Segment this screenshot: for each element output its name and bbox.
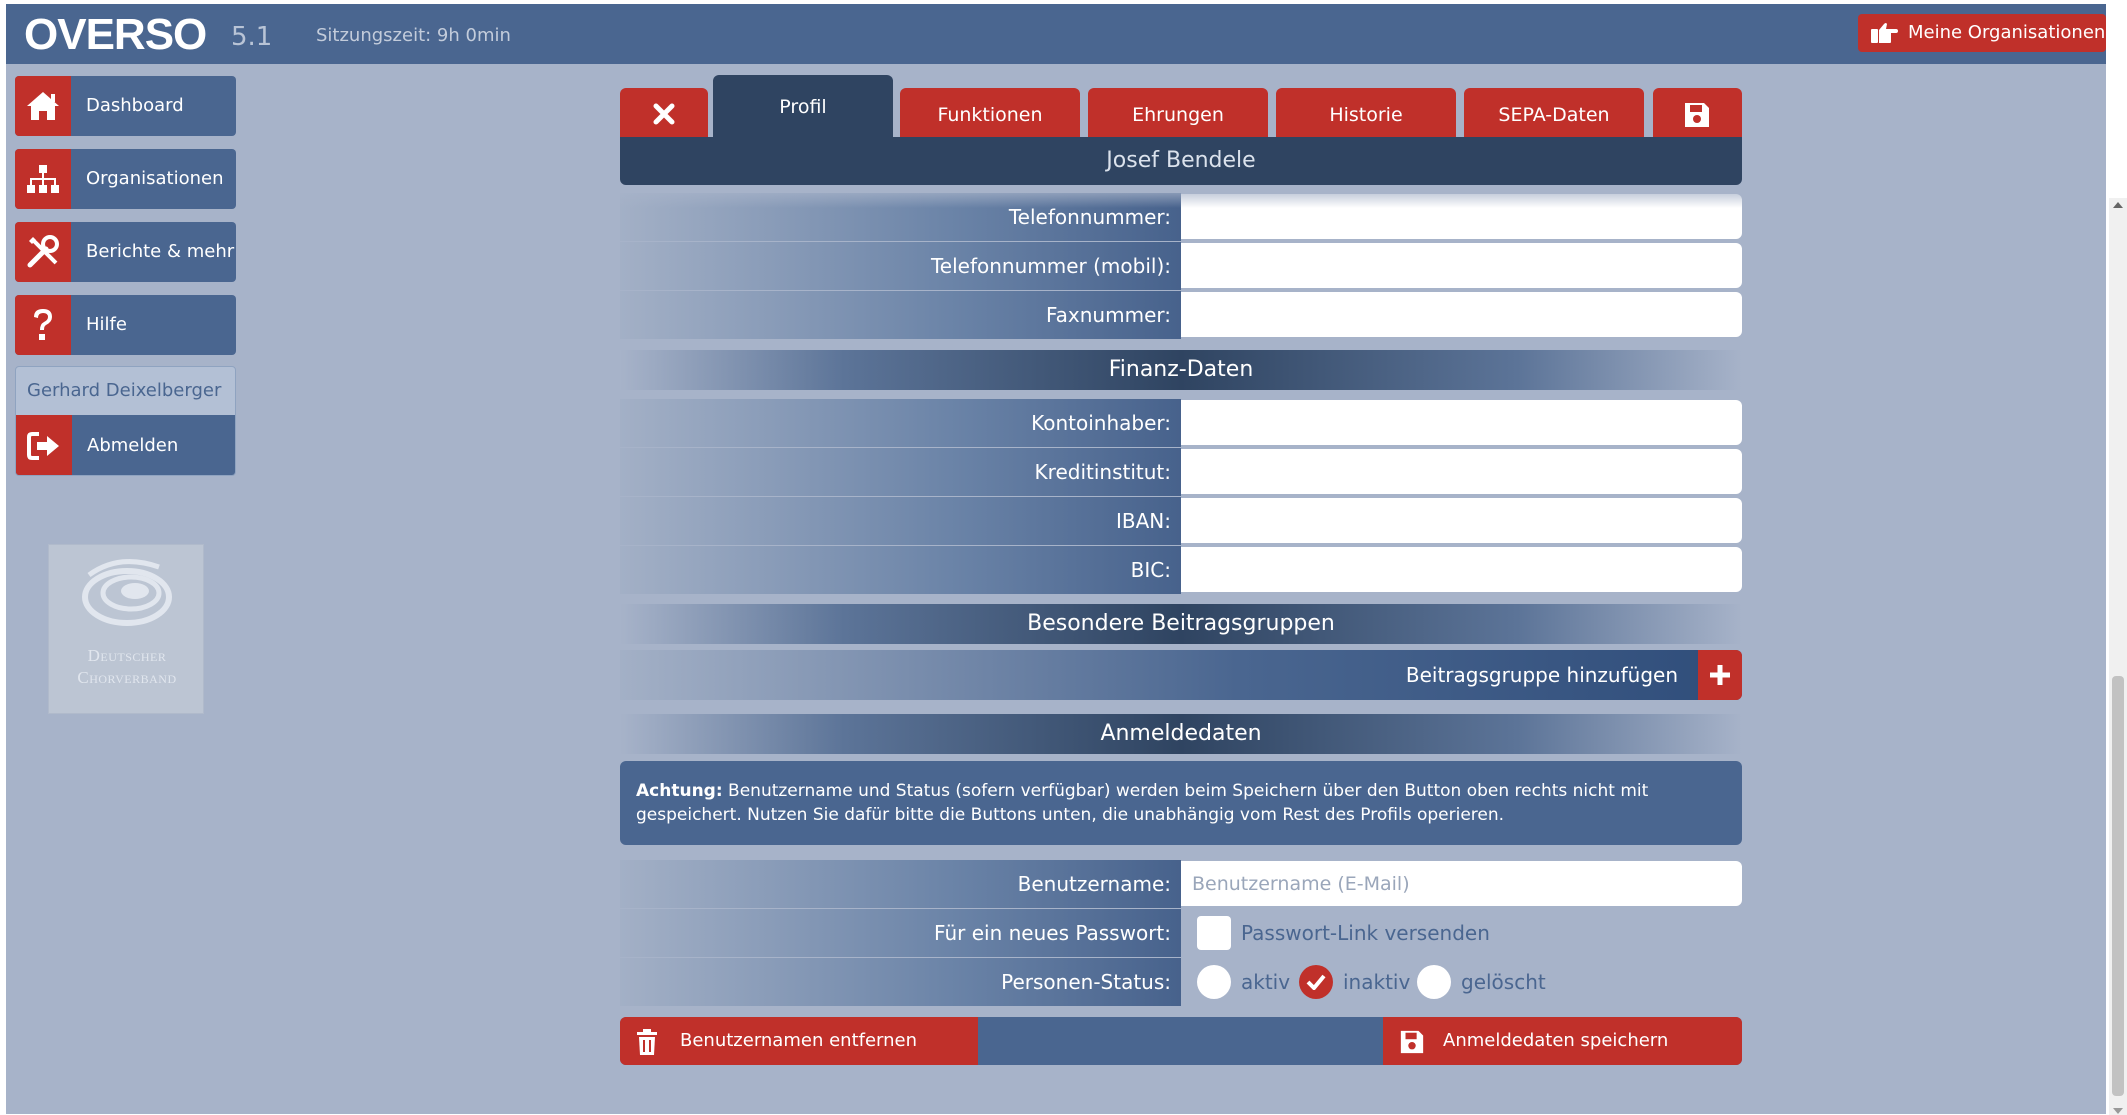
home-icon [27,92,59,120]
top-bar: OVERSO 5.1 Sitzungszeit: 9h 0min Meine O… [6,4,2106,64]
logo-text-line: Deutscher [87,646,167,665]
login-notice: Achtung: Benutzername und Status (sofern… [620,761,1742,845]
status-option-label[interactable]: aktiv [1241,958,1290,1006]
user-box: Gerhard Deixelberger Abmelden [15,366,236,476]
sidebar-item-label: Hilfe [86,314,127,335]
tab-historie[interactable]: Historie [1276,88,1456,140]
password-link-label[interactable]: Passwort-Link versenden [1241,909,1490,957]
tab-sepa-daten[interactable]: SEPA-Daten [1464,88,1644,140]
floppy-disk-icon [1400,1030,1424,1054]
status-option-label[interactable]: gelöscht [1461,958,1546,1006]
trash-icon [637,1029,657,1055]
close-button[interactable] [620,88,708,140]
remove-username-button[interactable]: Benutzernamen entfernen [620,1017,978,1065]
fax-row: Faxnummer: [620,291,1742,339]
fax-label: Faxnummer: [620,291,1181,339]
hand-pointing-icon [1871,23,1898,43]
sidebar-item-berichte[interactable]: Berichte & mehr [15,222,236,282]
mobile-input[interactable] [1181,243,1742,288]
sidebar-item-label: Dashboard [86,95,184,116]
status-radio-aktiv[interactable] [1197,965,1231,999]
tab-funktionen[interactable]: Funktionen [900,88,1080,140]
deutscher-chorverband-logo: Deutscher Chorverband [48,544,204,714]
question-icon [34,309,52,340]
bic-label: BIC: [620,546,1181,594]
iban-input[interactable] [1181,498,1742,543]
groups-section-title: Besondere Beitragsgruppen [620,604,1742,644]
holder-row: Kontoinhaber: [620,399,1742,447]
current-user-name: Gerhard Deixelberger [27,380,222,401]
bic-input[interactable] [1181,547,1742,592]
app-window: OVERSO 5.1 Sitzungszeit: 9h 0min Meine O… [6,4,2127,1115]
logout-label: Abmelden [87,435,179,456]
mobile-label: Telefonnummer (mobil): [620,242,1181,290]
save-profile-button[interactable] [1653,88,1742,140]
scroll-fade [620,186,1742,208]
page-scrollbar[interactable] [2109,198,2127,1115]
floppy-disk-icon [1685,103,1709,127]
iban-label: IBAN: [620,497,1181,545]
iban-row: IBAN: [620,497,1742,545]
holder-input[interactable] [1181,400,1742,445]
app-version: 5.1 [231,22,273,52]
close-icon [653,103,675,125]
org-chart-icon [27,165,59,193]
sidebar-item-dashboard[interactable]: Dashboard [15,76,236,136]
plus-icon [1710,665,1730,685]
app-logo[interactable]: OVERSO [24,4,207,64]
fax-input[interactable] [1181,292,1742,337]
bank-row: Kreditinstitut: [620,448,1742,496]
save-login-button[interactable]: Anmeldedaten speichern [1383,1017,1742,1065]
status-option-label[interactable]: inaktiv [1343,958,1410,1006]
finance-section-title: Finanz-Daten [620,350,1742,390]
checkmark-icon [1306,974,1326,990]
status-label: Personen-Status: [620,958,1181,1006]
bank-input[interactable] [1181,449,1742,494]
mobile-row: Telefonnummer (mobil): [620,242,1742,290]
username-label: Benutzername: [620,860,1181,908]
add-group-label: Beitragsgruppe hinzufügen [1405,663,1678,687]
session-time: Sitzungszeit: 9h 0min [316,25,511,46]
remove-username-label: Benutzernamen entfernen [680,1030,918,1051]
sidebar-item-hilfe[interactable]: Hilfe [15,295,236,355]
status-row: Personen-Status: aktiv inaktiv gelöscht [620,958,1742,1006]
chorverband-emblem-icon [82,559,172,626]
logout-button[interactable]: Abmelden [16,415,235,475]
holder-label: Kontoinhaber: [620,399,1181,447]
login-actions-bar: Benutzernamen entfernen Anmeldedaten spe… [620,1017,1742,1065]
password-link-checkbox[interactable] [1197,916,1231,950]
bank-label: Kreditinstitut: [620,448,1181,496]
my-organisations-button[interactable]: Meine Organisationen [1858,14,2106,52]
scroll-down-arrow-icon[interactable] [2113,1108,2123,1114]
tools-icon [27,235,59,268]
sidebar-item-label: Berichte & mehr [86,241,235,262]
add-group-button[interactable]: Beitragsgruppe hinzufügen [620,650,1742,700]
logout-icon [27,432,59,460]
bic-row: BIC: [620,546,1742,594]
login-section-title: Anmeldedaten [620,714,1742,754]
username-row: Benutzername: [620,860,1742,908]
sidebar-item-organisationen[interactable]: Organisationen [15,149,236,209]
sidebar-item-label: Organisationen [86,168,224,189]
logo-text-line: Chorverband [77,668,177,687]
person-name: Josef Bendele [620,137,1742,185]
password-row: Für ein neues Passwort: Passwort-Link ve… [620,909,1742,957]
tab-ehrungen[interactable]: Ehrungen [1088,88,1268,140]
notice-bold: Achtung: [636,781,723,801]
scrollbar-thumb[interactable] [2112,676,2124,1096]
username-input[interactable] [1181,861,1742,906]
password-label: Für ein neues Passwort: [620,909,1181,957]
scroll-up-arrow-icon[interactable] [2113,202,2123,208]
save-login-label: Anmeldedaten speichern [1443,1030,1669,1051]
status-radio-inaktiv[interactable] [1299,965,1333,999]
my-organisations-label: Meine Organisationen [1908,22,2106,43]
status-radio-geloescht[interactable] [1417,965,1451,999]
tab-profil[interactable]: Profil [713,75,893,140]
notice-text: Benutzername und Status (sofern verfügba… [636,781,1649,825]
